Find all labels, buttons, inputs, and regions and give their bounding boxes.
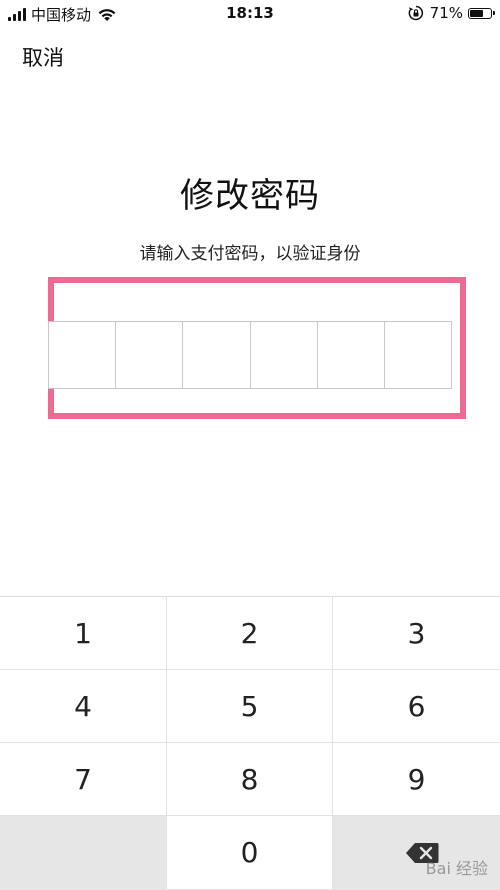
password-input[interactable] [48, 321, 452, 389]
key-3[interactable]: 3 [333, 597, 500, 670]
battery-fill [470, 9, 484, 17]
battery-nub [493, 11, 495, 15]
key-2[interactable]: 2 [167, 597, 333, 670]
battery-percent: 71% [429, 4, 463, 22]
key-7[interactable]: 7 [0, 743, 167, 816]
pin-cell-2[interactable] [116, 322, 184, 388]
key-1[interactable]: 1 [0, 597, 167, 670]
pin-cell-4[interactable] [251, 322, 318, 388]
key-5[interactable]: 5 [167, 670, 333, 743]
key-6[interactable]: 6 [333, 670, 500, 743]
pin-cell-6[interactable] [385, 322, 451, 388]
key-8[interactable]: 8 [167, 743, 333, 816]
key-blank [0, 816, 167, 890]
key-9[interactable]: 9 [333, 743, 500, 816]
watermark: Bai 经验 [425, 859, 488, 878]
rotation-lock-icon [408, 5, 423, 21]
status-bar: 中国移动 18:13 71% [0, 0, 500, 28]
pin-cell-3[interactable] [183, 322, 251, 388]
key-0[interactable]: 0 [167, 816, 333, 890]
key-4[interactable]: 4 [0, 670, 167, 743]
delete-key[interactable]: Bai 经验 [333, 816, 500, 890]
page-title: 修改密码 [180, 176, 320, 216]
cancel-button[interactable]: 取消 [22, 42, 64, 72]
status-right: 71% [408, 4, 495, 22]
battery-icon [468, 7, 495, 19]
numeric-keypad: 1 2 3 4 5 6 7 8 9 0 Bai 经验 [0, 596, 500, 890]
pin-cell-1[interactable] [49, 322, 117, 388]
page-subtitle: 请输入支付密码，以验证身份 [139, 244, 361, 264]
pin-cell-5[interactable] [318, 322, 385, 388]
